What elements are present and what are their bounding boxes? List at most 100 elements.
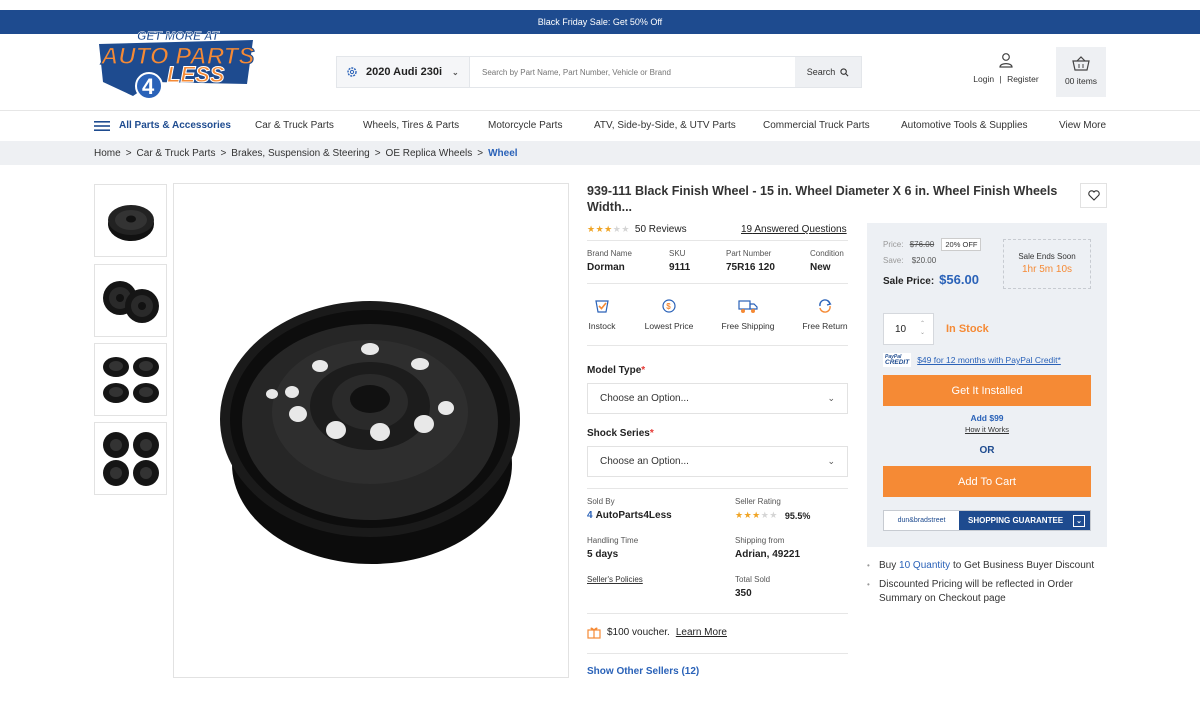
seller-rating: Seller Rating ★ ★ ★ ★ ★ 95.5% xyxy=(735,497,810,521)
spec-label: SKU xyxy=(669,249,686,258)
cart-button[interactable]: 00 items xyxy=(1056,47,1106,97)
star-icon: ★ xyxy=(612,224,621,234)
star-icon: ★ xyxy=(595,224,604,234)
thumbnail-3[interactable] xyxy=(94,343,167,416)
thumbnail-4[interactable] xyxy=(94,422,167,495)
review-count[interactable]: 50 Reviews xyxy=(635,224,687,235)
all-parts-label: All Parts & Accessories xyxy=(119,120,231,131)
seller-rating-value: 95.5% xyxy=(784,510,811,521)
how-it-works-link[interactable]: How it Works xyxy=(883,425,1091,434)
breadcrumb-brakes[interactable]: Brakes, Suspension & Steering xyxy=(231,148,369,159)
gear-icon xyxy=(347,67,357,77)
spec-part-number: Part Number 75R16 120 xyxy=(726,249,775,273)
seller-name-row[interactable]: 4 AutoParts4Less xyxy=(587,510,672,521)
required-marker: * xyxy=(649,428,654,439)
breadcrumb-separator: > xyxy=(125,147,132,159)
breadcrumb-car-truck[interactable]: Car & Truck Parts xyxy=(137,148,216,159)
original-price: $76.00 xyxy=(909,240,935,249)
star-icon: ★ xyxy=(752,510,760,520)
dnb-guarantee-badge[interactable]: dun&bradstreet SHOPPING GUARANTEE ⌄ xyxy=(883,510,1091,531)
breadcrumb: Home > Car & Truck Parts > Brakes, Suspe… xyxy=(0,141,1200,165)
model-type-select[interactable]: Choose an Option... ⌄ xyxy=(587,383,848,414)
divider xyxy=(587,613,848,614)
bullet-icon: • xyxy=(867,580,870,589)
select-value: Choose an Option... xyxy=(600,393,689,404)
gift-icon xyxy=(587,627,601,639)
wishlist-button[interactable] xyxy=(1080,183,1107,208)
basket-icon xyxy=(1072,56,1090,71)
nav-item-commercial-truck[interactable]: Commercial Truck Parts xyxy=(763,120,870,131)
voucher-text: $100 voucher. xyxy=(607,627,670,638)
learn-more-link[interactable]: Learn More xyxy=(676,627,727,638)
quantity-stepper[interactable]: 10 ⌃ ⌄ xyxy=(883,313,934,345)
divider xyxy=(587,283,848,284)
discount-badge: 20% OFF xyxy=(941,238,982,251)
required-marker: * xyxy=(641,365,646,376)
nav-item-view-more[interactable]: View More xyxy=(1059,120,1106,131)
login-link[interactable]: Login xyxy=(973,74,994,84)
logo-wordmark-less: LESS xyxy=(167,62,225,87)
search-button[interactable]: Search xyxy=(795,57,861,87)
nav-item-car-truck[interactable]: Car & Truck Parts xyxy=(255,120,334,131)
hamburger-icon xyxy=(94,120,110,131)
note-text: Buy xyxy=(879,560,900,571)
return-icon xyxy=(819,299,832,313)
discount-pricing-note: • Discounted Pricing will be reflected i… xyxy=(867,578,1107,606)
sold-by: Sold By 4 AutoParts4Less xyxy=(587,497,672,521)
site-logo[interactable]: GET MORE AT AUTO PARTS 4 LESS xyxy=(93,24,263,106)
product-title: 939-111 Black Finish Wheel - 15 in. Whee… xyxy=(587,184,1058,214)
register-link[interactable]: Register xyxy=(1007,74,1039,84)
cart-count: 00 items xyxy=(1064,76,1098,86)
paypal-credit-row: PayPal CREDIT $49 for 12 months with Pay… xyxy=(883,353,1061,367)
sale-countdown: Sale Ends Soon 1hr 5m 10s xyxy=(1003,239,1091,289)
sale-price-row: Sale Price: $56.00 xyxy=(883,272,979,287)
svg-text:$: $ xyxy=(666,302,671,311)
thumbnail-1[interactable] xyxy=(94,184,167,257)
seller-name: AutoParts4Less xyxy=(595,510,672,521)
quantity-discount-link[interactable]: 10 Quantity xyxy=(899,560,950,571)
badge-label: Lowest Price xyxy=(644,321,694,331)
sale-price-label: Sale Price: xyxy=(883,276,935,287)
stepper-arrows-icon[interactable]: ⌃ ⌄ xyxy=(920,320,925,338)
shock-series-text: Shock Series xyxy=(587,428,650,439)
nav-item-atv-utv[interactable]: ATV, Side-by-Side, & UTV Parts xyxy=(594,120,736,131)
wheel-set-front-thumbnail-image xyxy=(102,431,159,486)
other-sellers-link[interactable]: Show Other Sellers (12) xyxy=(587,666,699,677)
add-to-cart-button[interactable]: Add To Cart xyxy=(883,466,1091,497)
model-type-label: Model Type* xyxy=(587,365,645,376)
breadcrumb-separator: > xyxy=(374,147,381,159)
all-parts-menu[interactable]: All Parts & Accessories xyxy=(94,120,231,131)
user-icon[interactable] xyxy=(998,52,1014,68)
paypal-credit-logo: PayPal CREDIT xyxy=(883,353,912,367)
divider xyxy=(587,653,848,654)
paypal-credit-link[interactable]: $49 for 12 months with PayPal Credit* xyxy=(917,355,1061,365)
total-sold-label: Total Sold xyxy=(735,575,771,584)
search-input[interactable] xyxy=(470,57,795,87)
search-icon xyxy=(840,67,849,76)
answered-questions-link[interactable]: 19 Answered Questions xyxy=(741,224,847,235)
star-icon: ★ xyxy=(587,224,595,234)
spec-sku: SKU 9111 xyxy=(669,249,690,273)
star-icon: ★ xyxy=(604,224,612,234)
divider xyxy=(587,345,848,346)
vehicle-selector[interactable]: 2020 Audi 230i ⌄ xyxy=(337,57,470,87)
get-installed-button[interactable]: Get It Installed xyxy=(883,375,1091,406)
handling-time-value: 5 days xyxy=(587,549,619,560)
thumbnail-2[interactable] xyxy=(94,264,167,337)
nav-item-motorcycle[interactable]: Motorcycle Parts xyxy=(488,120,562,131)
search-bar: 2020 Audi 230i ⌄ Search xyxy=(336,56,862,88)
shock-series-select[interactable]: Choose an Option... ⌄ xyxy=(587,446,848,477)
nav-item-tools-supplies[interactable]: Automotive Tools & Supplies xyxy=(901,120,1028,131)
sale-ends-timer: 1hr 5m 10s xyxy=(1021,264,1073,275)
breadcrumb-home[interactable]: Home xyxy=(94,148,121,159)
nav-item-wheels-tires[interactable]: Wheels, Tires & Parts xyxy=(363,120,459,131)
star-icon: ★ xyxy=(735,510,743,520)
breadcrumb-oe-replica[interactable]: OE Replica Wheels xyxy=(386,148,473,159)
qa-count: 19 xyxy=(741,224,753,235)
main-product-image[interactable] xyxy=(173,183,569,678)
badge-label: Instock xyxy=(588,321,616,331)
badge-free-shipping: Free Shipping xyxy=(713,298,783,331)
shipping-from: Shipping from Adrian, 49221 xyxy=(735,536,800,560)
seller-policies-link[interactable]: Seller's Policies xyxy=(587,575,643,584)
spec-value: New xyxy=(810,262,831,273)
